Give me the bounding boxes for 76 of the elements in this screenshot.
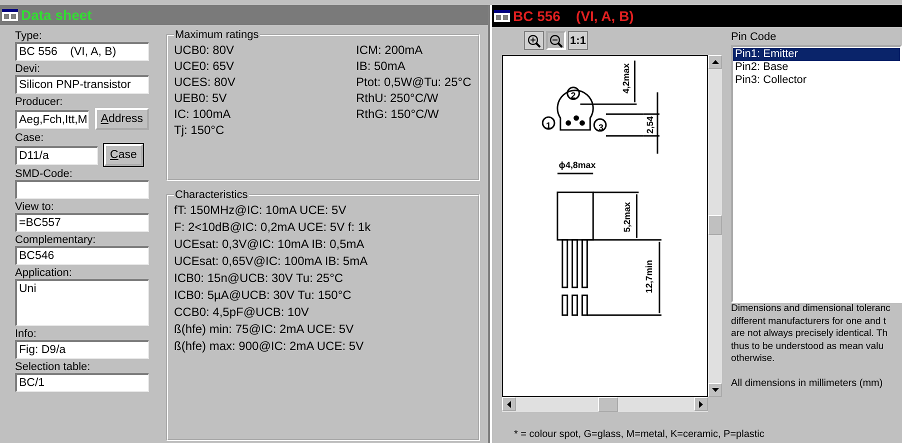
input-field[interactable]: Silicon PNP-transistor: [15, 75, 149, 94]
characteristic-text: ICB0: 15n@UCB: 30V Tu: 25°C: [174, 271, 344, 285]
characteristic-text: UCEsat: 0,3V@IC: 10mA IB: 0,5mA: [174, 237, 366, 251]
field-label: Devi:: [15, 63, 40, 75]
zoom-out-icon: [549, 34, 563, 48]
input-field[interactable]: BC/1: [15, 373, 149, 392]
scroll-up-button[interactable]: [708, 55, 722, 69]
input-field[interactable]: D11/a: [15, 146, 98, 164]
window-title: BC 556 (VI, A, B): [513, 8, 634, 24]
characteristic-text: UCEsat: 0,65V@IC: 100mA IB: 5mA: [174, 254, 369, 268]
rating-text: Ptot: 0,5W@Tu: 25°C: [356, 75, 472, 89]
input-field[interactable]: BC546: [15, 246, 149, 265]
note-text: thus to be understood as mean valu: [731, 340, 884, 353]
scroll-down-button[interactable]: [708, 383, 722, 397]
field-label: Complementary:: [15, 234, 96, 246]
note-text: Dimensions and dimensional toleranc: [731, 303, 890, 316]
list-item[interactable]: Pin2: Base: [733, 61, 900, 74]
list-item[interactable]: Pin1: Emitter: [733, 48, 900, 61]
rating-text: UCES: 80V: [174, 75, 236, 89]
input-field[interactable]: BC 556 (VI, A, B): [15, 42, 149, 61]
input-field[interactable]: Uni: [15, 279, 149, 326]
rating-text: Tj: 150°C: [174, 123, 226, 137]
characteristic-text: ß(hfe) min: 75@IC: 2mA UCE: 5V: [174, 322, 355, 336]
note-text: are not always precisely identical. Th: [731, 328, 888, 340]
rating-text: IC: 100mA: [174, 107, 232, 121]
input-field[interactable]: [15, 180, 149, 199]
right-arrow-icon: [699, 400, 703, 408]
characteristic-text: F: 2<10dB@IC: 0,2mA UCE: 5V f: 1k: [174, 220, 372, 234]
scroll-left-button[interactable]: [502, 397, 516, 411]
rating-text: RthU: 250°C/W: [356, 91, 440, 105]
window-icon[interactable]: [494, 10, 510, 22]
field-label: Selection table:: [15, 361, 90, 373]
group-title: Characteristics: [174, 189, 249, 201]
zoom-out-button[interactable]: [546, 31, 566, 50]
window-title: Data sheet: [21, 7, 92, 23]
list-item[interactable]: Pin3: Collector: [733, 74, 900, 87]
field-label: Info:: [15, 328, 36, 340]
field-label: SMD-Code:: [15, 168, 72, 180]
field-button[interactable]: Address: [94, 108, 149, 130]
scroll-thumb[interactable]: [598, 397, 618, 412]
note-text: otherwise.: [731, 353, 775, 366]
list-title: Pin Code: [731, 31, 776, 43]
field-label: Case:: [15, 132, 44, 144]
note-text: different manufacturers for one and t: [731, 316, 886, 328]
rating-text: IB: 50mA: [356, 59, 406, 73]
field-label: Producer:: [15, 96, 63, 108]
down-arrow-icon: [712, 388, 718, 392]
zoom-in-icon: [527, 34, 541, 48]
group-title: Maximum ratings: [174, 29, 260, 41]
scroll-right-button[interactable]: [694, 397, 708, 411]
zoom-in-button[interactable]: [524, 31, 544, 50]
field-label: View to:: [15, 201, 54, 213]
characteristic-text: CCB0: 4,5pF@UCB: 10V: [174, 305, 310, 319]
characteristic-text: fT: 150MHz@IC: 10mA UCE: 5V: [174, 203, 348, 217]
scroll-thumb[interactable]: [708, 215, 722, 235]
left-arrow-icon: [507, 400, 511, 408]
field-button[interactable]: Case: [104, 144, 143, 166]
field-label: Type:: [15, 30, 42, 42]
characteristic-text: ICB0: 5µA@UCB: 30V Tu: 150°C: [174, 288, 352, 302]
input-field[interactable]: Fig: D9/a: [15, 340, 149, 359]
up-arrow-icon: [712, 60, 718, 64]
input-field[interactable]: Aeg,Fch,Itt,M: [15, 110, 89, 128]
rating-text: ICM: 200mA: [356, 43, 424, 57]
vertical-scrollbar[interactable]: [708, 55, 722, 397]
window-icon[interactable]: [2, 9, 18, 21]
actual-size-button[interactable]: 1:1: [568, 31, 588, 50]
field-label: Application:: [15, 267, 72, 279]
rating-text: RthG: 150°C/W: [356, 107, 440, 121]
rating-text: UEB0: 5V: [174, 91, 228, 105]
horizontal-scrollbar[interactable]: [502, 397, 708, 412]
characteristic-text: ß(hfe) max: 900@IC: 2mA UCE: 5V: [174, 339, 365, 353]
rating-text: UCB0: 80V: [174, 43, 236, 57]
legend-text: * = colour spot, G=glass, M=metal, K=ceramic, P=plastic: [514, 429, 764, 440]
input-field[interactable]: =BC557: [15, 213, 149, 232]
rating-text: UCE0: 65V: [174, 59, 236, 73]
units-note: All dimensions in millimeters (mm): [731, 378, 883, 388]
